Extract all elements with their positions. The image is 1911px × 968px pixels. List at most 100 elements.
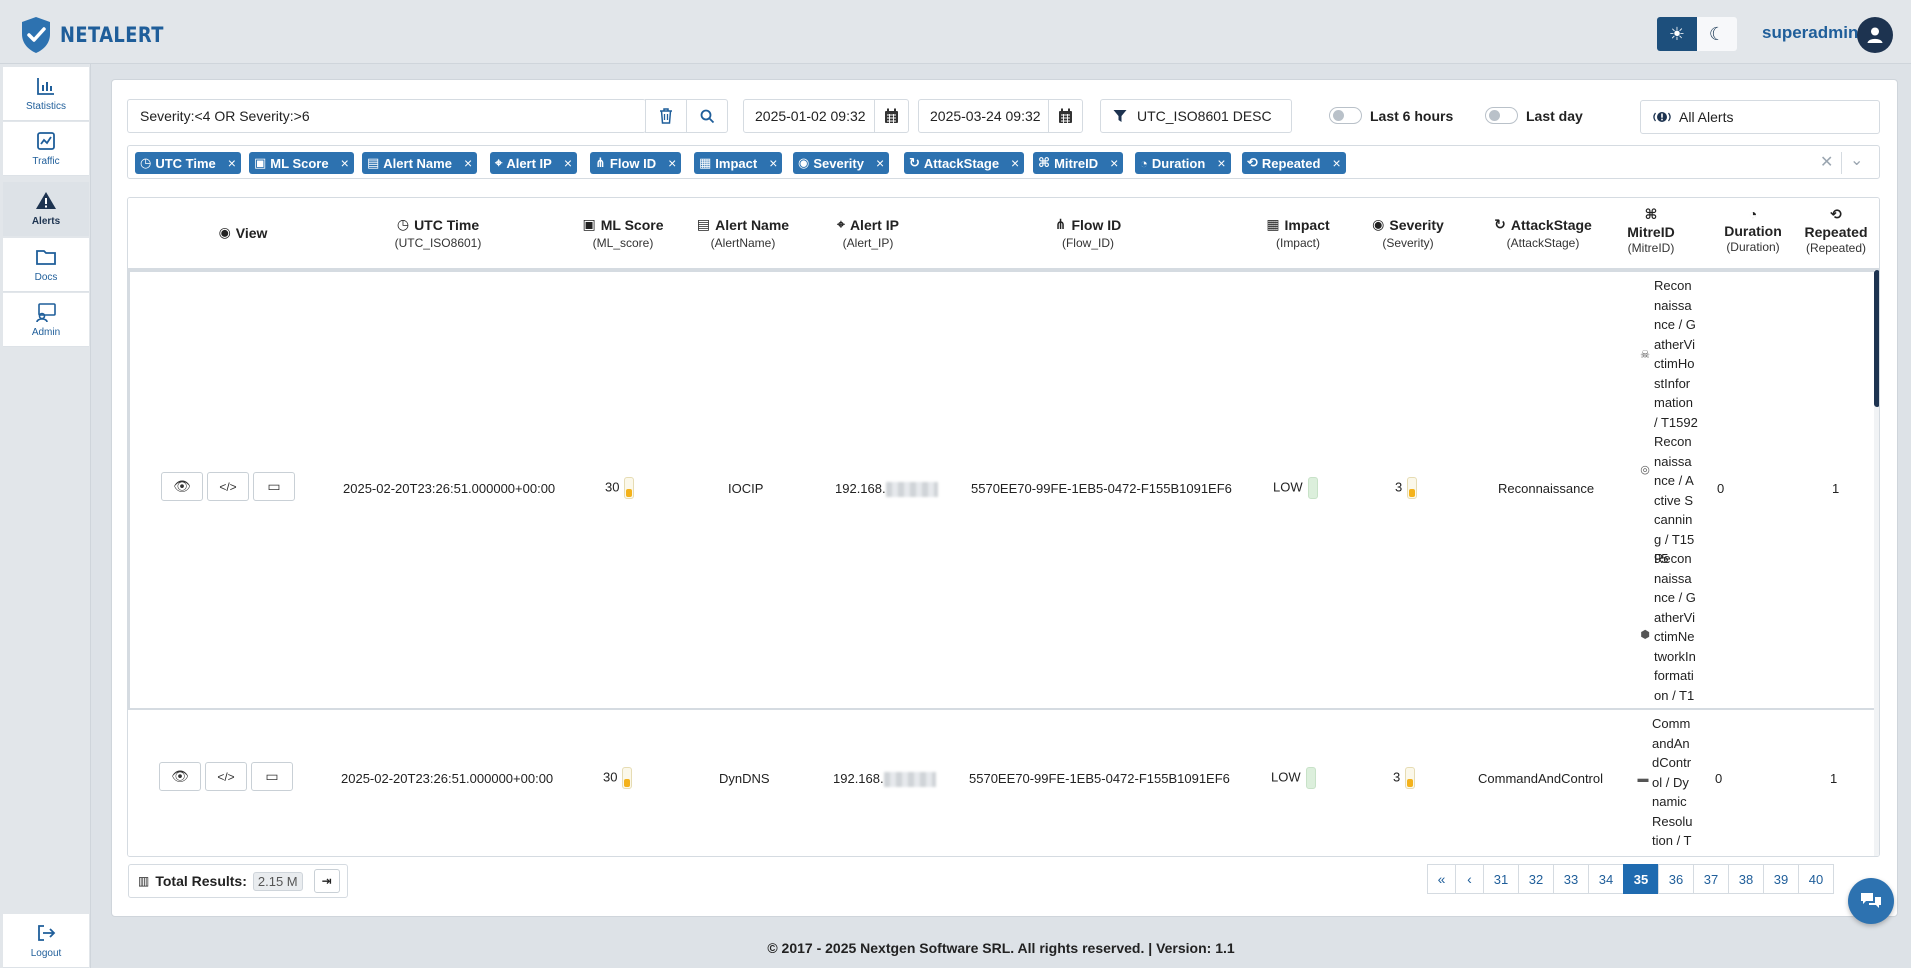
chip-remove-icon[interactable]: × [668, 155, 676, 171]
redacted-ip [883, 772, 936, 788]
page-39[interactable]: 39 [1763, 864, 1799, 894]
page-32[interactable]: 32 [1518, 864, 1554, 894]
table-scrollbar[interactable] [1874, 270, 1879, 856]
th-alert-ip[interactable]: ⌖ Alert IP (Alert_IP) [813, 216, 923, 250]
chip-remove-icon[interactable]: × [1110, 155, 1118, 171]
chip-remove-icon[interactable]: × [228, 155, 236, 171]
page-35-current[interactable]: 35 [1623, 864, 1659, 894]
alerts-filter-select[interactable]: All Alerts [1640, 100, 1880, 134]
th-impact[interactable]: ▦ Impact (Impact) [1248, 216, 1348, 250]
app-logo[interactable]: NETALERT [18, 15, 182, 55]
search-input[interactable]: Severity:<4 OR Severity:>6 [127, 99, 646, 133]
sun-icon[interactable]: ☀ [1657, 17, 1697, 51]
page-33[interactable]: 33 [1553, 864, 1589, 894]
view-button[interactable]: 👁 [159, 762, 201, 791]
page-38[interactable]: 38 [1728, 864, 1764, 894]
search-button[interactable] [686, 99, 728, 133]
alerts-table: ◉ View ◷ UTC Time (UTC_ISO8601) ▣ ML Score (M… [127, 197, 1880, 857]
theme-toggle[interactable]: ☀ ☾ [1657, 17, 1737, 51]
chip-utc-time[interactable]: ◷ UTC Time × [135, 152, 241, 174]
code-icon: </> [219, 479, 237, 494]
moon-icon[interactable]: ☾ [1697, 17, 1737, 51]
chevron-down-icon[interactable]: ⌄ [1850, 150, 1863, 170]
chip-ml-score[interactable]: ▣ ML Score × [249, 152, 354, 174]
username[interactable]: superadmin [1762, 23, 1858, 43]
ml-score-meter [624, 477, 635, 499]
chip-remove-icon[interactable]: × [464, 155, 472, 171]
folder-icon [36, 250, 56, 265]
mitre-entry: Reconnaissance / GatherVictimNetworkInfo… [1654, 551, 1696, 722]
th-repeated[interactable]: ⟲ Repeated (Repeated) [1801, 206, 1871, 255]
stopwatch-icon: ◔ [1140, 155, 1148, 171]
sidebar-item-traffic[interactable]: Traffic [3, 122, 89, 176]
impact-icon: ▦ [699, 155, 712, 170]
last6h-toggle[interactable] [1329, 107, 1362, 124]
th-ml-score[interactable]: ▣ ML Score (ML_score) [568, 216, 678, 250]
chip-alert-name[interactable]: ▤ Alert Name × [362, 152, 478, 174]
th-utc-time[interactable]: ◷ UTC Time (UTC_ISO8601) [368, 216, 508, 250]
scrollbar-thumb[interactable] [1874, 270, 1879, 407]
export-button[interactable]: ⇥ [313, 869, 340, 893]
th-severity[interactable]: ◉ Severity (Severity) [1353, 216, 1463, 250]
chip-remove-icon[interactable]: × [1011, 155, 1019, 171]
chip-duration[interactable]: ◔ Duration × [1135, 152, 1231, 174]
line-chart-icon [37, 132, 55, 150]
first-page-button[interactable]: « [1427, 864, 1456, 894]
chat-icon [1861, 893, 1881, 908]
clear-all-icon[interactable]: ✕ [1820, 152, 1833, 172]
th-duration[interactable]: ◔ Duration (Duration) [1718, 206, 1788, 254]
chip-remove-icon[interactable]: × [876, 155, 884, 171]
chip-remove-icon[interactable]: × [341, 155, 349, 171]
sidebar-item-docs[interactable]: Docs [3, 238, 89, 292]
device-button[interactable]: ▭ [251, 762, 293, 791]
page-40[interactable]: 40 [1798, 864, 1834, 894]
page-footer: © 2017 - 2025 Nextgen Software SRL. All … [767, 940, 1235, 956]
sidebar-item-admin[interactable]: Admin [3, 293, 89, 347]
chip-remove-icon[interactable]: × [769, 155, 777, 171]
chip-remove-icon[interactable]: × [564, 155, 572, 171]
network-icon: ⋔ [1054, 216, 1067, 232]
date-to-calendar-button[interactable] [1048, 99, 1083, 133]
th-mitreid[interactable]: ⌘ MitreID (MitreID) [1624, 206, 1678, 255]
page-36[interactable]: 36 [1658, 864, 1694, 894]
prev-page-button[interactable]: ‹ [1455, 864, 1484, 894]
logout-button[interactable]: Logout [3, 914, 89, 968]
th-flow-id[interactable]: ⋔ Flow ID (Flow_ID) [1033, 216, 1143, 250]
chip-remove-icon[interactable]: × [1332, 155, 1340, 171]
user-avatar[interactable] [1857, 17, 1893, 53]
code-button[interactable]: </> [205, 762, 247, 791]
chip-label: ML Score [270, 155, 329, 171]
th-attackstage[interactable]: ↻ AttackStage (AttackStage) [1478, 216, 1608, 250]
last6h-label: Last 6 hours [1370, 108, 1454, 124]
date-to-field[interactable]: 2025-03-24 09:32 [918, 99, 1049, 133]
column-chips-bar[interactable]: ◷ UTC Time × ▣ ML Score × ▤ Alert Name × ⌖ Aler… [127, 145, 1880, 179]
chip-flow-id[interactable]: ⋔ Flow ID × [590, 152, 682, 174]
view-button[interactable]: 👁 [161, 472, 203, 501]
lastday-toggle[interactable] [1485, 107, 1518, 124]
chip-repeated[interactable]: ⟲ Repeated × [1242, 152, 1346, 174]
chip-remove-icon[interactable]: × [1217, 155, 1225, 171]
sidebar-item-alerts[interactable]: Alerts [3, 182, 89, 236]
chip-attackstage[interactable]: ↻ AttackStage × [904, 152, 1025, 174]
sort-selector[interactable]: UTC_ISO8601 DESC [1100, 99, 1292, 133]
device-button[interactable]: ▭ [253, 472, 295, 501]
sidebar-item-statistics[interactable]: Statistics [3, 67, 89, 121]
page-37[interactable]: 37 [1693, 864, 1729, 894]
page-31[interactable]: 31 [1483, 864, 1519, 894]
th-view[interactable]: ◉ View [198, 224, 288, 241]
table-row[interactable]: 👁 </> ▭ 2025-02-20T23:26:51.000000+00:00… [128, 270, 1879, 722]
chip-mitreid[interactable]: ⌘ MitreID × [1033, 152, 1124, 174]
table-row[interactable]: 👁 </> ▭ 2025-02-20T23:26:51.000000+00:00… [128, 710, 1879, 856]
cell-flow-id: 5570EE70-99FE-1EB5-0472-F155B1091EF6 [969, 771, 1230, 786]
th-alert-name[interactable]: ▤ Alert Name (AlertName) [683, 216, 803, 250]
chip-severity[interactable]: ◉ Severity × [793, 152, 890, 174]
date-from-calendar-button[interactable] [874, 99, 909, 133]
code-button[interactable]: </> [207, 472, 249, 501]
clear-search-button[interactable] [645, 99, 687, 133]
cell-alert-ip: 192.168. [833, 771, 936, 788]
chat-button[interactable] [1848, 878, 1894, 924]
chip-impact[interactable]: ▦ Impact × [694, 152, 783, 174]
date-from-field[interactable]: 2025-01-02 09:32 [743, 99, 875, 133]
page-34[interactable]: 34 [1588, 864, 1624, 894]
chip-alert-ip[interactable]: ⌖ Alert IP × [490, 152, 578, 174]
